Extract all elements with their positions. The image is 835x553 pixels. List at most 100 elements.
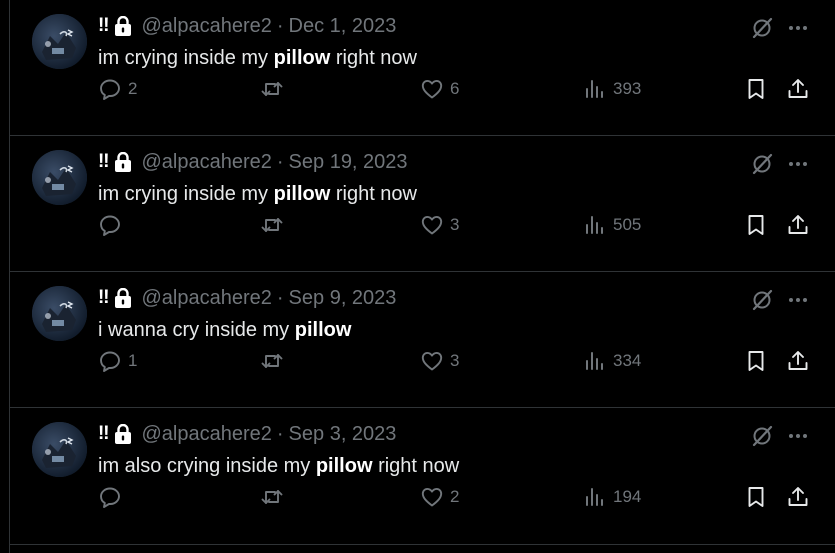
tweet-date[interactable]: Sep 3, 2023 bbox=[289, 423, 397, 446]
tweet-date[interactable]: Sep 9, 2023 bbox=[289, 287, 397, 310]
heart-icon bbox=[421, 487, 443, 507]
tweet-header: ‼ @alpacahere2 · Sep 3, 2023 bbox=[98, 422, 396, 446]
like-button[interactable]: 6 bbox=[420, 75, 459, 103]
tweet-text-before: im crying inside my bbox=[98, 183, 274, 205]
like-count: 6 bbox=[450, 79, 460, 98]
user-handle[interactable]: @alpacahere2 bbox=[141, 287, 271, 310]
tweet-text-highlight: pillow bbox=[273, 47, 331, 69]
reply-icon bbox=[100, 215, 120, 236]
bookmark-button[interactable] bbox=[744, 347, 768, 375]
lock-icon bbox=[115, 288, 132, 308]
more-icon[interactable] bbox=[786, 152, 810, 176]
bookmark-button[interactable] bbox=[744, 211, 768, 239]
tweet[interactable]: ‼ @alpacahere2 · Sep 9, 2023 i wanna cry… bbox=[10, 272, 835, 408]
avatar[interactable] bbox=[32, 286, 87, 341]
share-button[interactable] bbox=[786, 75, 810, 103]
tweet-text-highlight: pillow bbox=[315, 455, 373, 477]
avatar-image bbox=[32, 14, 87, 69]
badge-emoji: ‼ bbox=[98, 287, 110, 308]
grok-icon[interactable] bbox=[750, 152, 774, 176]
views-button[interactable]: 505 bbox=[583, 211, 641, 239]
reply-icon bbox=[100, 79, 120, 100]
tweet-text: im also crying inside my pillow right no… bbox=[98, 455, 459, 478]
grok-icon[interactable] bbox=[750, 288, 774, 312]
share-button[interactable] bbox=[786, 347, 810, 375]
reply-button[interactable] bbox=[98, 483, 128, 511]
view-count: 194 bbox=[613, 487, 642, 506]
reply-icon bbox=[100, 487, 120, 508]
like-button[interactable]: 3 bbox=[420, 211, 459, 239]
reply-button[interactable] bbox=[98, 211, 128, 239]
tweet-date[interactable]: Dec 1, 2023 bbox=[289, 15, 397, 38]
user-handle[interactable]: @alpacahere2 bbox=[141, 423, 271, 446]
user-handle[interactable]: @alpacahere2 bbox=[141, 15, 271, 38]
more-icon[interactable] bbox=[786, 424, 810, 448]
reply-count: 1 bbox=[128, 351, 138, 370]
tweet-text: i wanna cry inside my pillow bbox=[98, 319, 351, 342]
grok-icon[interactable] bbox=[750, 424, 774, 448]
like-count: 3 bbox=[450, 351, 460, 370]
retweet-button[interactable] bbox=[260, 347, 290, 375]
tweet-text: im crying inside my pillow right now bbox=[98, 47, 417, 70]
retweet-button[interactable] bbox=[260, 211, 290, 239]
reply-icon bbox=[100, 351, 120, 372]
retweet-button[interactable] bbox=[260, 75, 290, 103]
grok-icon[interactable] bbox=[750, 16, 774, 40]
avatar[interactable] bbox=[32, 150, 87, 205]
tweet[interactable]: ‼ @alpacahere2 · Dec 1, 2023 im crying i… bbox=[10, 0, 835, 136]
header-separator: · bbox=[276, 150, 284, 173]
tweet[interactable]: ‼ @alpacahere2 · Sep 3, 2023 im also cry… bbox=[10, 408, 835, 545]
header-separator: · bbox=[276, 286, 284, 309]
tweet[interactable]: ‼ @alpacahere2 · Sep 19, 2023 im crying … bbox=[10, 136, 835, 272]
avatar-image bbox=[32, 286, 87, 341]
badge-emoji: ‼ bbox=[98, 151, 110, 172]
share-icon bbox=[788, 79, 808, 98]
avatar-image bbox=[32, 422, 87, 477]
badge-emoji: ‼ bbox=[98, 423, 110, 444]
tweet-text-highlight: pillow bbox=[273, 183, 331, 205]
views-icon bbox=[586, 80, 603, 98]
tweet-text-before: im also crying inside my bbox=[98, 455, 316, 477]
retweet-icon bbox=[261, 490, 283, 504]
like-count: 3 bbox=[450, 215, 460, 234]
share-button[interactable] bbox=[786, 211, 810, 239]
reply-button[interactable]: 2 bbox=[98, 75, 137, 103]
views-icon bbox=[586, 488, 603, 506]
heart-icon bbox=[421, 351, 443, 371]
tweet-text-after: right now bbox=[372, 455, 460, 477]
more-icon[interactable] bbox=[786, 288, 810, 312]
tweet-text-after: right now bbox=[330, 183, 417, 205]
retweet-icon bbox=[261, 354, 283, 368]
view-count: 334 bbox=[613, 351, 642, 370]
bookmark-button[interactable] bbox=[744, 483, 768, 511]
badge-emoji: ‼ bbox=[98, 15, 110, 36]
heart-icon bbox=[421, 215, 443, 235]
tweet-header: ‼ @alpacahere2 · Sep 9, 2023 bbox=[98, 286, 396, 310]
view-count: 505 bbox=[613, 215, 642, 234]
header-separator: · bbox=[276, 422, 284, 445]
retweet-button[interactable] bbox=[260, 483, 290, 511]
like-button[interactable]: 3 bbox=[420, 347, 459, 375]
more-icon[interactable] bbox=[786, 16, 810, 40]
timeline-feed: ‼ @alpacahere2 · Dec 1, 2023 im crying i… bbox=[0, 0, 835, 553]
tweet-date[interactable]: Sep 19, 2023 bbox=[289, 151, 408, 174]
bookmark-icon bbox=[748, 79, 764, 99]
heart-icon bbox=[421, 79, 443, 99]
bookmark-icon bbox=[748, 487, 764, 507]
tweet-header: ‼ @alpacahere2 · Sep 19, 2023 bbox=[98, 150, 408, 174]
avatar[interactable] bbox=[32, 14, 87, 69]
views-button[interactable]: 393 bbox=[583, 75, 641, 103]
share-button[interactable] bbox=[786, 483, 810, 511]
tweet-text-before: im crying inside my bbox=[98, 47, 274, 69]
views-button[interactable]: 194 bbox=[583, 483, 641, 511]
share-icon bbox=[788, 351, 808, 370]
user-handle[interactable]: @alpacahere2 bbox=[141, 151, 271, 174]
avatar[interactable] bbox=[32, 422, 87, 477]
like-button[interactable]: 2 bbox=[420, 483, 459, 511]
lock-icon bbox=[115, 424, 132, 444]
reply-button[interactable]: 1 bbox=[98, 347, 137, 375]
reply-count: 2 bbox=[128, 79, 138, 98]
views-button[interactable]: 334 bbox=[583, 347, 641, 375]
views-icon bbox=[586, 352, 603, 370]
bookmark-button[interactable] bbox=[744, 75, 768, 103]
